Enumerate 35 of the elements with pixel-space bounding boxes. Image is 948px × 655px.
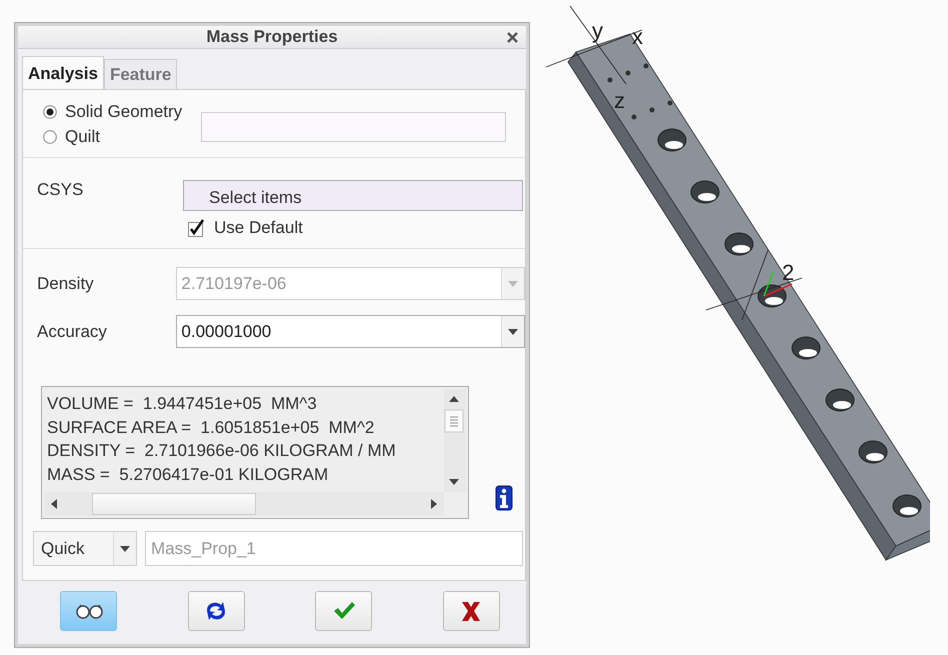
axis-label: y (592, 18, 603, 43)
csys-label: CSYS (37, 180, 84, 201)
cancel-button[interactable] (442, 591, 500, 631)
scroll-thumb-icon[interactable] (444, 409, 464, 433)
axis-label: x (632, 24, 643, 49)
preview-button[interactable] (60, 591, 117, 631)
accuracy-label: Accuracy (37, 322, 108, 342)
repeat-button[interactable] (188, 591, 245, 631)
accuracy-dropdown[interactable]: 0.00001000 (176, 315, 525, 348)
use-default-checkbox[interactable]: Use Default (188, 218, 523, 238)
result-line: VOLUME = 1.9447451e+05 MM^3 (47, 393, 318, 415)
close-icon[interactable] (507, 32, 518, 43)
tab[interactable]: Analysis (22, 56, 104, 90)
result-line: SURFACE AREA = 1.6051851e+05 MM^2 (47, 416, 376, 438)
scroll-thumb[interactable] (92, 493, 256, 515)
axis-label: z (614, 88, 625, 113)
mode-dropdown[interactable]: Quick (33, 531, 137, 566)
dropdown-arrow-icon (508, 280, 518, 286)
horizontal-scrollbar[interactable] (44, 492, 444, 516)
result-line: MASS = 5.2706417e-01 KILOGRAM (47, 464, 330, 486)
axis-label: 2 (782, 260, 794, 285)
tab[interactable]: Feature (104, 59, 178, 89)
quilt-collector-field[interactable] (201, 112, 506, 142)
ok-button[interactable] (315, 591, 372, 631)
window-title: Mass Properties (206, 27, 338, 47)
radio-option[interactable]: Solid Geometry (43, 102, 201, 122)
vertical-scrollbar[interactable] (444, 389, 466, 492)
result-line: DENSITY = 2.7101966e-06 KILOGRAM / MM (47, 440, 397, 462)
density-label: Density (37, 274, 95, 294)
radio-option[interactable]: Quilt (43, 127, 201, 147)
info-icon[interactable] (495, 485, 513, 511)
dropdown-arrow-icon (120, 546, 130, 552)
results-text-area[interactable]: VOLUME = 1.9447451e+05 MM^3 SURFACE AREA = 1.6051851e+05 MM^2 DENSITY = 2.7101966e-06 KILOGRAM / MM MASS = 5.2706417e-01 KILOGRAM (41, 386, 469, 519)
select-items-field[interactable]: Select items (183, 180, 523, 211)
dropdown-arrow-icon (508, 328, 518, 334)
